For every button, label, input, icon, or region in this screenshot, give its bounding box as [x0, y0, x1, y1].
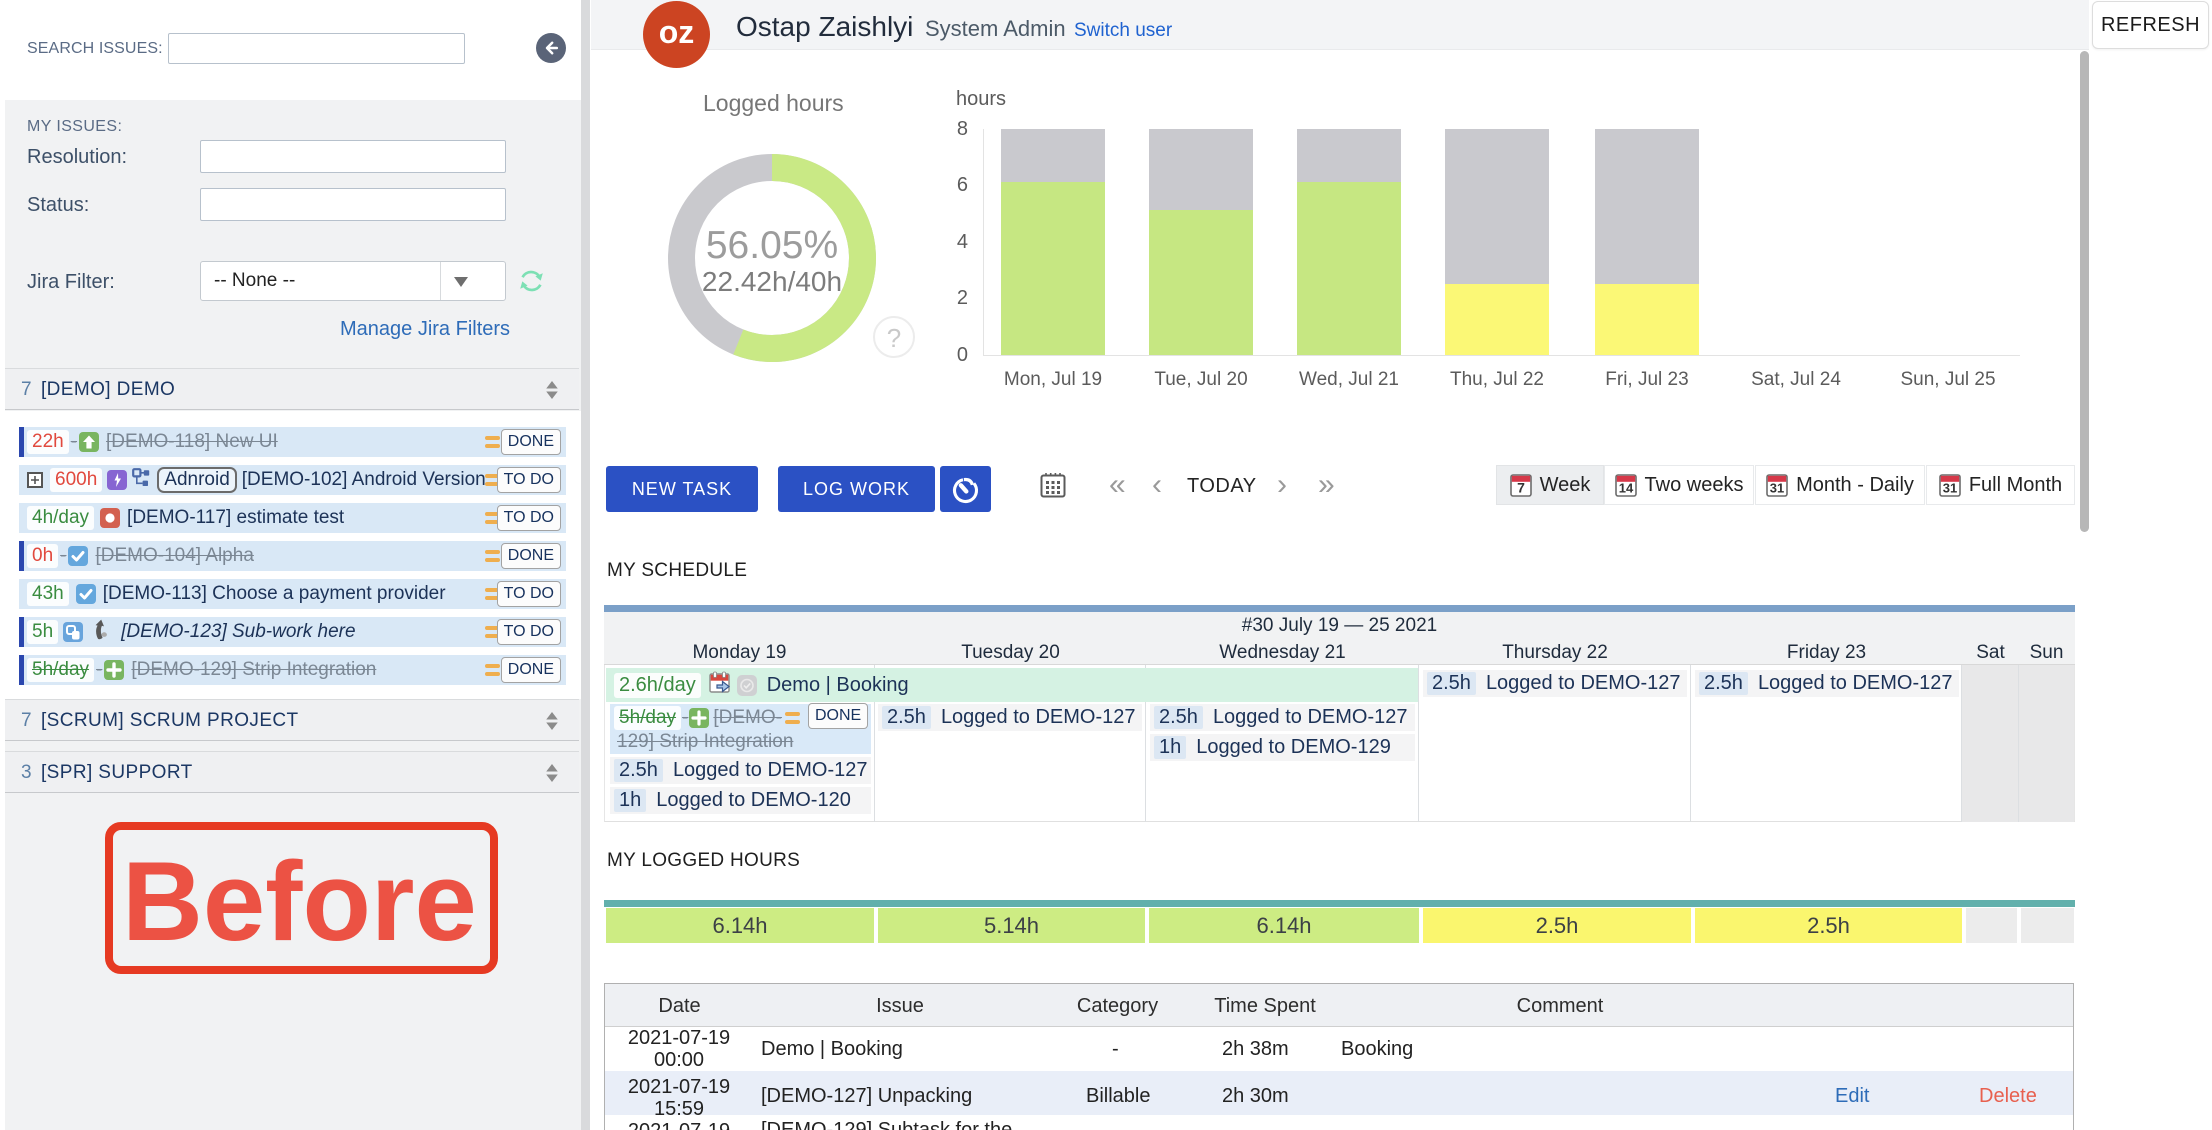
svg-text:7: 7: [1517, 479, 1525, 495]
svg-text:31: 31: [1770, 480, 1784, 495]
svg-text:31: 31: [1943, 480, 1957, 495]
svg-text:14: 14: [1618, 480, 1633, 495]
